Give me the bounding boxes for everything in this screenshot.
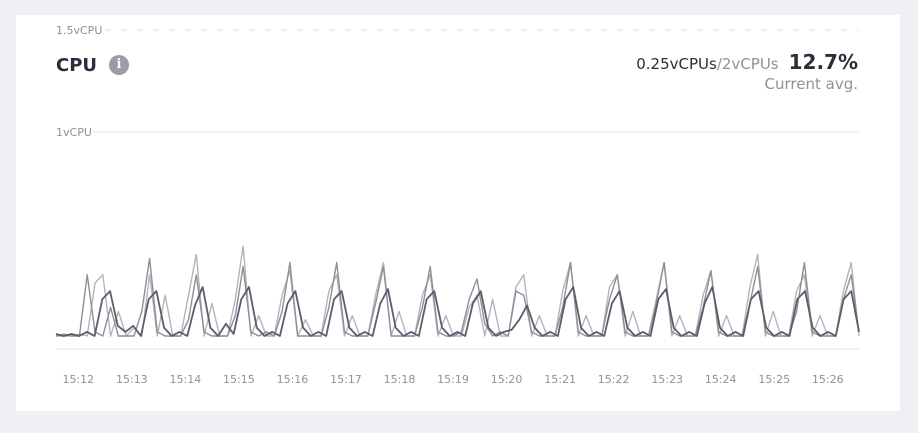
series-lines — [55, 245, 860, 337]
series-line-1 — [55, 257, 860, 337]
x-axis-ticks: 15:12 15:13 15:14 15:15 15:16 15:17 15:18 15:19… — [62, 373, 843, 386]
cpu-panel: CPU i 0.25vCPUs/2vCPUs 12.7% Current avg.… — [16, 15, 900, 411]
x-tick-label-6: 15:18 — [384, 373, 416, 386]
x-tick-label-13: 15:25 — [758, 373, 790, 386]
x-tick-label-14: 15:26 — [812, 373, 844, 386]
x-tick-label-5: 15:17 — [330, 373, 362, 386]
x-tick-label-0: 15:12 — [62, 373, 94, 386]
cpu-chart: 2vCPU1.75vCPU1.5vCPU1vCPU 15:1215:1315:1… — [55, 24, 860, 386]
x-tick-label-12: 15:24 — [705, 373, 737, 386]
x-tick-label-3: 15:15 — [223, 373, 255, 386]
x-tick-label-8: 15:20 — [491, 373, 523, 386]
x-tick-label-11: 15:23 — [651, 373, 683, 386]
threshold-label-3: 1vCPU — [56, 126, 92, 139]
x-tick-label-2: 15:14 — [170, 373, 202, 386]
x-tick-label-9: 15:21 — [544, 373, 576, 386]
series-line-2 — [56, 245, 860, 337]
x-tick-label-4: 15:16 — [277, 373, 309, 386]
threshold-lines: 2vCPU1.75vCPU1.5vCPU1vCPU — [56, 24, 859, 139]
x-tick-label-1: 15:13 — [116, 373, 148, 386]
threshold-label-2: 1.5vCPU — [56, 24, 102, 37]
series-line-0 — [55, 286, 860, 337]
x-tick-label-10: 15:22 — [598, 373, 630, 386]
x-tick-label-7: 15:19 — [437, 373, 469, 386]
